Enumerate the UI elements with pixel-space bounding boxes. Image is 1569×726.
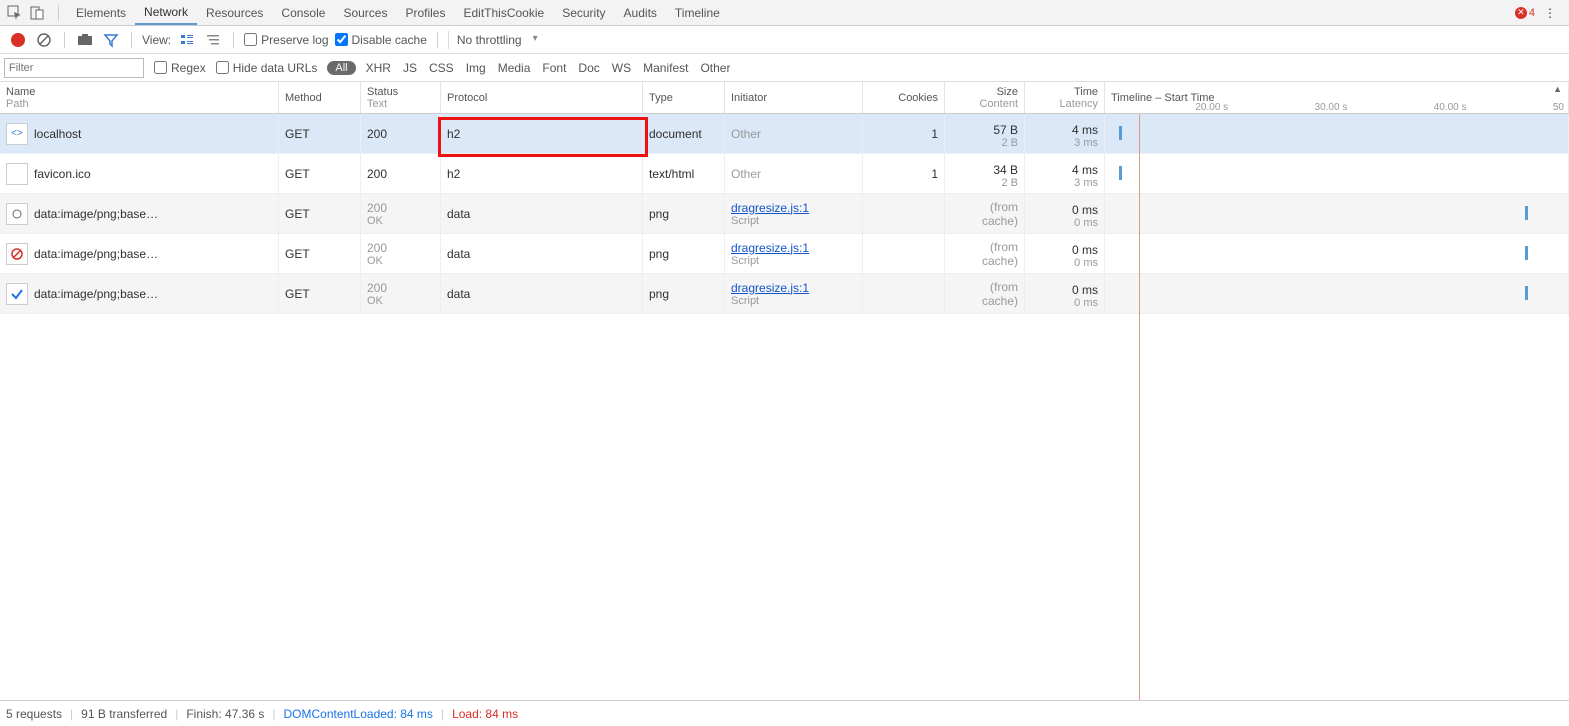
col-size[interactable]: SizeContent — [945, 82, 1025, 113]
regex-checkbox[interactable]: Regex — [154, 61, 206, 75]
table-row[interactable]: data:image/png;base…GET200OKdatapngdragr… — [0, 234, 1569, 274]
view-label: View: — [142, 33, 171, 47]
initiator-link[interactable]: dragresize.js:1 — [731, 241, 809, 255]
col-timeline[interactable]: Timeline – Start Time ▲ 20.00 s30.00 s40… — [1105, 82, 1569, 113]
col-type[interactable]: Type — [643, 82, 725, 113]
initiator-link[interactable]: dragresize.js:1 — [731, 281, 809, 295]
filter-all[interactable]: All — [327, 61, 355, 75]
throttling-select[interactable]: No throttling — [448, 31, 542, 49]
col-cookies[interactable]: Cookies — [863, 82, 945, 113]
tab-audits[interactable]: Audits — [615, 0, 666, 25]
filter-css[interactable]: CSS — [429, 61, 454, 75]
filter-input[interactable] — [4, 58, 144, 78]
filter-js[interactable]: JS — [403, 61, 417, 75]
status-transferred: 91 B transferred — [81, 707, 167, 721]
col-status[interactable]: StatusText — [361, 82, 441, 113]
tab-timeline[interactable]: Timeline — [666, 0, 729, 25]
record-button[interactable] — [8, 30, 28, 50]
hide-data-urls-checkbox[interactable]: Hide data URLs — [216, 61, 318, 75]
inspect-icon[interactable] — [6, 4, 24, 22]
devtools-tabbar: ElementsNetworkResourcesConsoleSourcesPr… — [0, 0, 1569, 26]
status-dcl: DOMContentLoaded: 84 ms — [284, 707, 433, 721]
filter-other[interactable]: Other — [700, 61, 730, 75]
tab-sources[interactable]: Sources — [334, 0, 396, 25]
tab-profiles[interactable]: Profiles — [396, 0, 454, 25]
filter-font[interactable]: Font — [542, 61, 566, 75]
tab-resources[interactable]: Resources — [197, 0, 272, 25]
status-bar: 5 requests| 91 B transferred| Finish: 47… — [0, 700, 1569, 726]
filter-img[interactable]: Img — [466, 61, 486, 75]
network-toolbar: View: Preserve log Disable cache No thro… — [0, 26, 1569, 54]
view-large-icon[interactable] — [177, 30, 197, 50]
filter-ws[interactable]: WS — [612, 61, 631, 75]
error-count[interactable]: ✕4 — [1515, 7, 1535, 19]
table-row[interactable]: favicon.icoGET200h2text/htmlOther134 B2 … — [0, 154, 1569, 194]
table-header: NamePath Method StatusText Protocol Type… — [0, 82, 1569, 114]
clear-button[interactable] — [34, 30, 54, 50]
preserve-log-checkbox[interactable]: Preserve log — [244, 33, 328, 47]
table-row[interactable]: <>localhostGET200h2documentOther157 B2 B… — [0, 114, 1569, 154]
tab-elements[interactable]: Elements — [67, 0, 135, 25]
network-table: <>localhostGET200h2documentOther157 B2 B… — [0, 114, 1569, 700]
device-icon[interactable] — [28, 4, 46, 22]
tab-console[interactable]: Console — [272, 0, 334, 25]
table-row[interactable]: data:image/png;base…GET200OKdatapngdragr… — [0, 274, 1569, 314]
tab-editthiscookie[interactable]: EditThisCookie — [454, 0, 553, 25]
table-row[interactable]: data:image/png;base…GET200OKdatapngdragr… — [0, 194, 1569, 234]
status-finish: Finish: 47.36 s — [186, 707, 264, 721]
filter-icon[interactable] — [101, 30, 121, 50]
status-load: Load: 84 ms — [452, 707, 518, 721]
capture-screenshot-icon[interactable] — [75, 30, 95, 50]
initiator-link[interactable]: dragresize.js:1 — [731, 201, 809, 215]
disable-cache-checkbox[interactable]: Disable cache — [335, 33, 427, 47]
col-protocol[interactable]: Protocol — [441, 82, 643, 113]
filter-bar: Regex Hide data URLs All XHR JS CSS Img Medi… — [0, 54, 1569, 82]
col-initiator[interactable]: Initiator — [725, 82, 863, 113]
filter-manifest[interactable]: Manifest — [643, 61, 688, 75]
more-icon[interactable]: ⋮ — [1541, 4, 1559, 22]
col-name[interactable]: NamePath — [0, 82, 279, 113]
view-small-icon[interactable] — [203, 30, 223, 50]
filter-xhr[interactable]: XHR — [366, 61, 391, 75]
col-time[interactable]: TimeLatency — [1025, 82, 1105, 113]
filter-doc[interactable]: Doc — [578, 61, 599, 75]
tab-security[interactable]: Security — [553, 0, 614, 25]
col-method[interactable]: Method — [279, 82, 361, 113]
status-requests: 5 requests — [6, 707, 62, 721]
tab-network[interactable]: Network — [135, 0, 197, 25]
filter-media[interactable]: Media — [498, 61, 531, 75]
